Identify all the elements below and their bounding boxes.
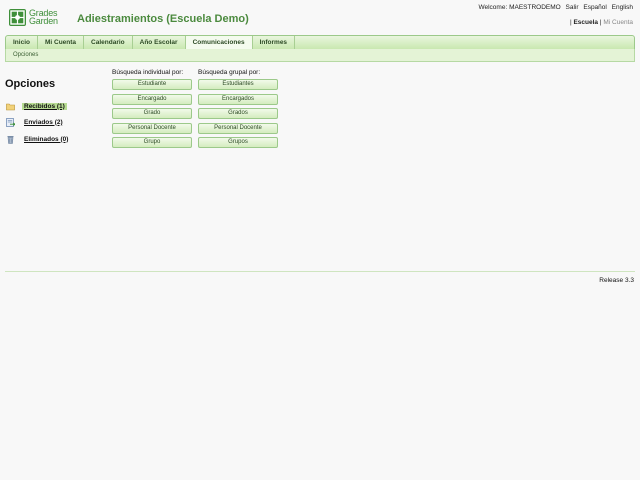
search-grupos-button[interactable]: Grupos — [198, 137, 278, 148]
school-context-link[interactable]: Escuela — [573, 19, 598, 26]
individual-search-header: Búsqueda individual por: — [112, 69, 184, 76]
folder-enviados[interactable]: Enviados (2) — [6, 117, 65, 127]
search-personal-docente-group-button[interactable]: Personal Docente — [198, 122, 278, 134]
welcome-text: Welcome: MAESTRODEMO — [478, 4, 561, 11]
folder-label[interactable]: Eliminados (0) — [22, 136, 70, 143]
folder-recibidos[interactable]: Recibidos (1) — [6, 101, 67, 111]
logo-text: Grades Garden — [29, 8, 58, 26]
search-estudiante-button[interactable]: Estudiante — [112, 79, 192, 90]
folder-label[interactable]: Enviados (2) — [22, 119, 65, 126]
search-grados-button[interactable]: Grados — [198, 108, 278, 119]
tab-informes[interactable]: Informes — [253, 36, 296, 49]
trash-icon — [6, 135, 15, 144]
spanish-link[interactable]: Español — [583, 4, 607, 11]
folder-eliminados[interactable]: Eliminados (0) — [6, 134, 70, 144]
sub-nav: Opciones — [5, 49, 635, 62]
folder-label[interactable]: Recibidos (1) — [22, 102, 67, 110]
individual-search-panel: Búsqueda individual por: Estudiante Enca… — [112, 69, 192, 152]
tab-ano-escolar[interactable]: Año Escolar — [133, 36, 186, 49]
group-search-header: Búsqueda grupal por: — [198, 69, 261, 76]
search-encargado-button[interactable]: Encargado — [112, 93, 192, 105]
tab-calendario[interactable]: Calendario — [84, 36, 133, 49]
footer-divider — [5, 271, 635, 272]
search-encargados-button[interactable]: Encargados — [198, 93, 278, 105]
tab-mi-cuenta[interactable]: Mi Cuenta — [38, 36, 85, 49]
context-switcher: | Escuela | Mi Cuenta — [569, 19, 633, 26]
page-title: Adiestramientos (Escuela Demo) — [77, 13, 249, 25]
top-links: Welcome: MAESTRODEMO Salir Español Engli… — [475, 4, 633, 11]
search-grupo-button[interactable]: Grupo — [112, 137, 192, 148]
sidebar-title: Opciones — [5, 78, 56, 90]
folder-icon — [6, 102, 15, 111]
my-account-context-link[interactable]: Mi Cuenta — [603, 19, 633, 26]
tab-inicio[interactable]: Inicio — [6, 36, 38, 49]
search-personal-docente-button[interactable]: Personal Docente — [112, 122, 192, 134]
logout-link[interactable]: Salir — [566, 4, 579, 11]
search-grado-button[interactable]: Grado — [112, 108, 192, 119]
subnav-opciones[interactable]: Opciones — [13, 52, 38, 58]
search-estudiantes-button[interactable]: Estudiantes — [198, 79, 278, 90]
english-link[interactable]: English — [612, 4, 633, 11]
main-nav: Inicio Mi Cuenta Calendario Año Escolar … — [5, 35, 635, 50]
release-version: Release 3.3 — [599, 277, 634, 284]
grades-garden-logo: Grades Garden — [9, 9, 65, 27]
group-search-panel: Búsqueda grupal por: Estudiantes Encarga… — [198, 69, 278, 152]
tab-comunicaciones[interactable]: Comunicaciones — [185, 36, 253, 49]
sent-mail-icon — [6, 117, 16, 127]
logo-icon — [9, 9, 26, 26]
